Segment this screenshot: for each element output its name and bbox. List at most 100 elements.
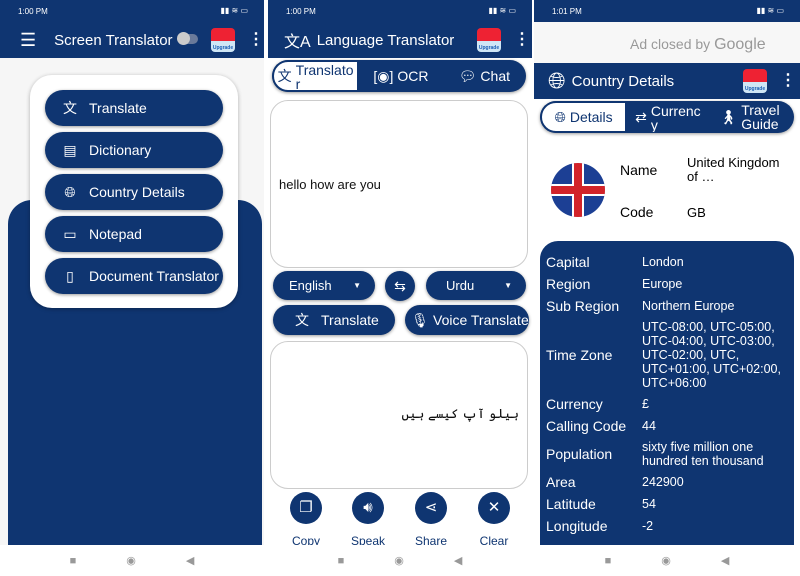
status-bar: 1:00 PM ▮▮ ≋ ▭ (268, 0, 532, 22)
swap-icon: ⇆ (394, 277, 406, 294)
label: Notepad (89, 226, 142, 242)
back-icon[interactable]: ◀ (186, 554, 194, 567)
detail-row-calling-code: Calling Code 44 (546, 418, 794, 434)
status-bar: 1:00 PM ▮▮ ≋ ▭ (0, 0, 264, 22)
tab-travel-guide[interactable]: 🚶︎ Travel Guide (711, 101, 794, 133)
system-nav-bar: ■ ◉ ◀ (268, 545, 532, 576)
back-icon[interactable]: ◀ (454, 554, 462, 567)
speak-button[interactable]: 🔊︎ Speak (346, 492, 390, 548)
copy-button[interactable]: ❐ Copy (284, 492, 328, 548)
detail-value: 54 (642, 497, 656, 511)
menu-notepad-button[interactable]: ▭ Notepad (45, 216, 223, 252)
traveler-icon: 🚶︎ (719, 109, 738, 125)
clock: 1:00 PM (286, 7, 316, 16)
app-bar: 文A Language Translator Upgrade ⋮ (268, 22, 532, 58)
upgrade-gift-icon[interactable]: Upgrade (211, 28, 235, 52)
clock: 1:01 PM (552, 7, 582, 16)
code-label: Code (620, 204, 654, 220)
voice-translate-button[interactable]: 🎙︎ Voice Translate (405, 305, 529, 335)
currency-exchange-icon: ⇄ (635, 109, 647, 125)
label: Translate (321, 312, 379, 328)
globe-icon: 🌐︎ (554, 109, 566, 125)
translate-button[interactable]: 文 Translate (273, 305, 395, 335)
tab-label: Travel Guide (741, 102, 780, 132)
detail-value: Northern Europe (642, 299, 735, 313)
home-icon[interactable]: ◉ (661, 554, 671, 567)
label: Translate (89, 100, 147, 116)
source-text-input[interactable]: hello how are you (270, 100, 528, 268)
page-title: Country Details (571, 72, 675, 90)
recents-icon[interactable]: ■ (338, 555, 345, 567)
detail-label: Time Zone (546, 347, 613, 363)
tab-details[interactable]: 🌐︎ Details (540, 101, 628, 133)
tab-ocr[interactable]: [◉] OCR (359, 60, 442, 92)
page-title: Screen Translator (54, 31, 173, 49)
screen-translator: 1:00 PM ▮▮ ≋ ▭ 文A Language Translator Upg… (268, 0, 532, 576)
globe-icon: 🌐︎ (64, 183, 76, 200)
swap-languages-button[interactable]: ⇆ (385, 271, 415, 301)
toggle-switch[interactable] (177, 32, 198, 45)
tab-chat[interactable]: 💬︎ Chat (443, 60, 526, 92)
detail-row-sub-region: Sub Region Northern Europe (546, 298, 794, 314)
detail-label: Area (546, 474, 576, 490)
menu-document-translator-button[interactable]: ▯ Document Translator (45, 258, 223, 294)
dropdown-icon: ▼ (504, 281, 512, 290)
upgrade-gift-icon[interactable]: Upgrade (477, 28, 501, 52)
notepad-icon: ▭ (63, 225, 77, 242)
upgrade-label: Upgrade (478, 45, 500, 51)
detail-label: Population (546, 446, 613, 462)
speaker-icon: 🔊︎ (352, 492, 384, 524)
ad-banner: Ad closed by Google (534, 22, 800, 63)
detail-row-time-zone: Time Zone UTC-08:00, UTC-05:00, UTC-04:00… (546, 320, 794, 390)
chat-icon: 💬︎ (458, 68, 477, 84)
translate-icon: 文 (295, 312, 309, 328)
tab-label: Chat (480, 68, 510, 84)
detail-value: Europe (642, 277, 683, 291)
home-icon[interactable]: ◉ (394, 554, 404, 567)
clear-button[interactable]: ✕ Clear (472, 492, 516, 548)
label: Dictionary (89, 142, 152, 158)
more-options-icon[interactable]: ⋮ (248, 29, 264, 49)
detail-value: -2 (642, 519, 654, 533)
status-icons: ▮▮ ≋ ▭ (488, 6, 516, 15)
app-bar: 🌐︎ Country Details Upgrade ⋮ (534, 63, 800, 99)
screen-country-details: 1:01 PM ▮▮ ≋ ▭ Ad closed by Google 🌐︎ Cou… (534, 0, 800, 576)
system-nav-bar: ■ ◉ ◀ (534, 545, 800, 576)
detail-value: £ (642, 397, 649, 411)
upgrade-label: Upgrade (212, 45, 234, 51)
home-icon[interactable]: ◉ (126, 554, 136, 567)
share-button[interactable]: ⋖ Share (409, 492, 453, 548)
translate-icon: 文 (277, 68, 292, 84)
dropdown-icon: ▼ (353, 281, 361, 290)
detail-value: sixty five million one hundred ten thous… (642, 440, 764, 468)
tab-label: Translator (295, 62, 354, 91)
more-options-icon[interactable]: ⋮ (780, 70, 796, 90)
back-icon[interactable]: ◀ (721, 554, 729, 567)
close-icon: ✕ (478, 492, 510, 524)
tab-currency[interactable]: ⇄ Currency (627, 101, 710, 133)
detail-value: UTC-08:00, UTC-05:00, UTC-04:00, UTC-03:… (642, 320, 781, 390)
tab-translator[interactable]: 文 Translator (272, 60, 360, 92)
upgrade-gift-icon[interactable]: Upgrade (743, 69, 767, 93)
name-value: United Kingdom of … (687, 155, 780, 184)
menu-country-details-button[interactable]: 🌐︎ Country Details (45, 174, 223, 210)
tab-bar: 🌐︎ Details ⇄ Currency 🚶︎ Travel Guide (540, 101, 794, 133)
menu-translate-button[interactable]: 文 Translate (45, 90, 223, 126)
hamburger-menu-icon[interactable]: ☰ (20, 30, 36, 51)
status-icons: ▮▮ ≋ ▭ (220, 6, 248, 15)
recents-icon[interactable]: ■ (70, 555, 77, 567)
label: Voice Translate (433, 312, 529, 328)
source-language-select[interactable]: English ▼ (273, 271, 375, 300)
recents-icon[interactable]: ■ (605, 555, 612, 567)
system-nav-bar: ■ ◉ ◀ (0, 545, 264, 576)
camera-icon: [◉] (373, 68, 394, 84)
target-language-select[interactable]: Urdu ▼ (426, 271, 526, 300)
menu-dictionary-button[interactable]: ▤ Dictionary (45, 132, 223, 168)
status-icons: ▮▮ ≋ ▭ (756, 6, 784, 15)
page-title: Language Translator (316, 31, 455, 49)
details-card: Capital London Region Europe Sub Region Nor… (540, 241, 794, 545)
screen-home: 1:00 PM ▮▮ ≋ ▭ ☰ Screen Translator Upgrad… (0, 0, 264, 576)
more-options-icon[interactable]: ⋮ (514, 29, 530, 49)
translate-icon: 文A (284, 34, 311, 51)
detail-value: 242900 (642, 475, 684, 489)
